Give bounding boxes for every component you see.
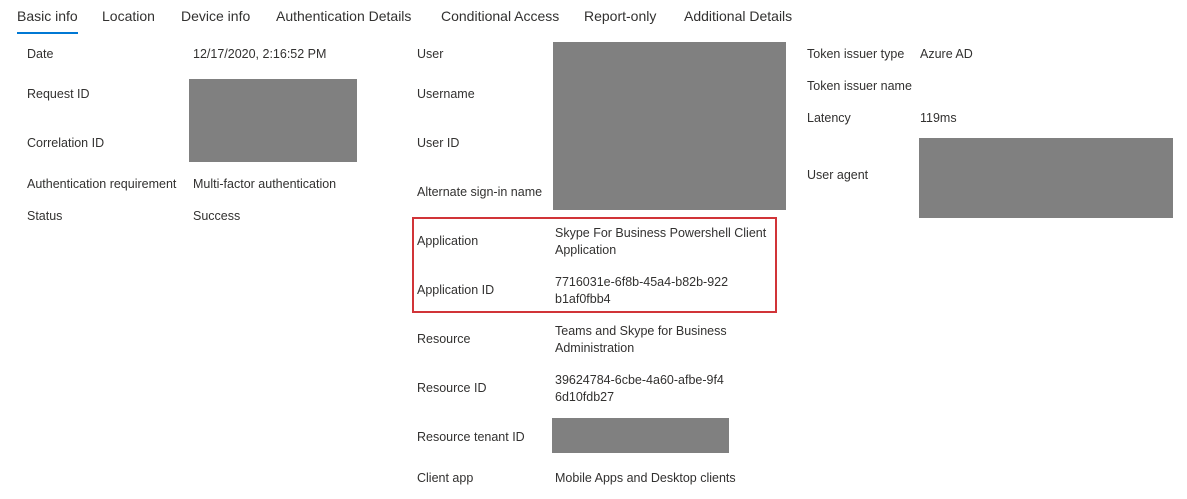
tab-basic-info[interactable]: Basic info (17, 8, 78, 34)
sign-in-details-panel: Basic info Location Device info Authenti… (0, 0, 1187, 499)
client-app-value: Mobile Apps and Desktop clients (555, 471, 736, 485)
redacted-user-details (553, 42, 786, 210)
user-id-label: User ID (417, 136, 460, 150)
client-app-label: Client app (417, 471, 474, 485)
application-id-value: 7716031e-6f8b-45a4-b82b-922b1af0fbb4 (555, 275, 729, 306)
correlation-id-label: Correlation ID (27, 136, 105, 150)
tab-additional-details[interactable]: Additional Details (684, 8, 792, 24)
auth-requirement-label: Authentication requirement (27, 177, 177, 191)
tab-bar: Basic info Location Device info Authenti… (0, 0, 1187, 34)
token-issuer-type-value: Azure AD (920, 47, 973, 61)
tab-authentication-details[interactable]: Authentication Details (276, 8, 411, 24)
resource-tenant-id-label: Resource tenant ID (417, 430, 525, 444)
user-label: User (417, 47, 444, 61)
application-label: Application (417, 234, 479, 248)
redacted-user-agent (919, 138, 1173, 218)
tab-location[interactable]: Location (102, 8, 155, 24)
resource-id-label: Resource ID (417, 381, 487, 395)
application-value: Skype For Business Powershell Client App… (555, 226, 767, 257)
token-issuer-name-label: Token issuer name (807, 79, 912, 93)
date-value: 12/17/2020, 2:16:52 PM (193, 47, 327, 61)
tab-report-only[interactable]: Report-only (584, 8, 656, 24)
request-id-label: Request ID (27, 87, 90, 101)
redacted-resource-tenant-id (552, 418, 729, 453)
status-label: Status (27, 209, 63, 223)
latency-value: 119ms (920, 111, 957, 125)
tab-conditional-access[interactable]: Conditional Access (441, 8, 559, 24)
username-label: Username (417, 87, 475, 101)
user-agent-label: User agent (807, 168, 869, 182)
redacted-request-correlation-id (189, 79, 357, 162)
alternate-signin-label: Alternate sign-in name (417, 185, 543, 199)
latency-label: Latency (807, 111, 851, 125)
auth-requirement-value: Multi-factor authentication (193, 177, 337, 191)
date-label: Date (27, 47, 54, 61)
tab-device-info[interactable]: Device info (181, 8, 250, 24)
resource-value: Teams and Skype for Business Administrat… (555, 324, 727, 355)
resource-label: Resource (417, 332, 471, 346)
token-issuer-type-label: Token issuer type (807, 47, 905, 61)
resource-id-value: 39624784-6cbe-4a60-afbe-9f46d10fdb27 (555, 373, 724, 404)
application-id-label: Application ID (417, 283, 495, 297)
status-value: Success (193, 209, 241, 223)
